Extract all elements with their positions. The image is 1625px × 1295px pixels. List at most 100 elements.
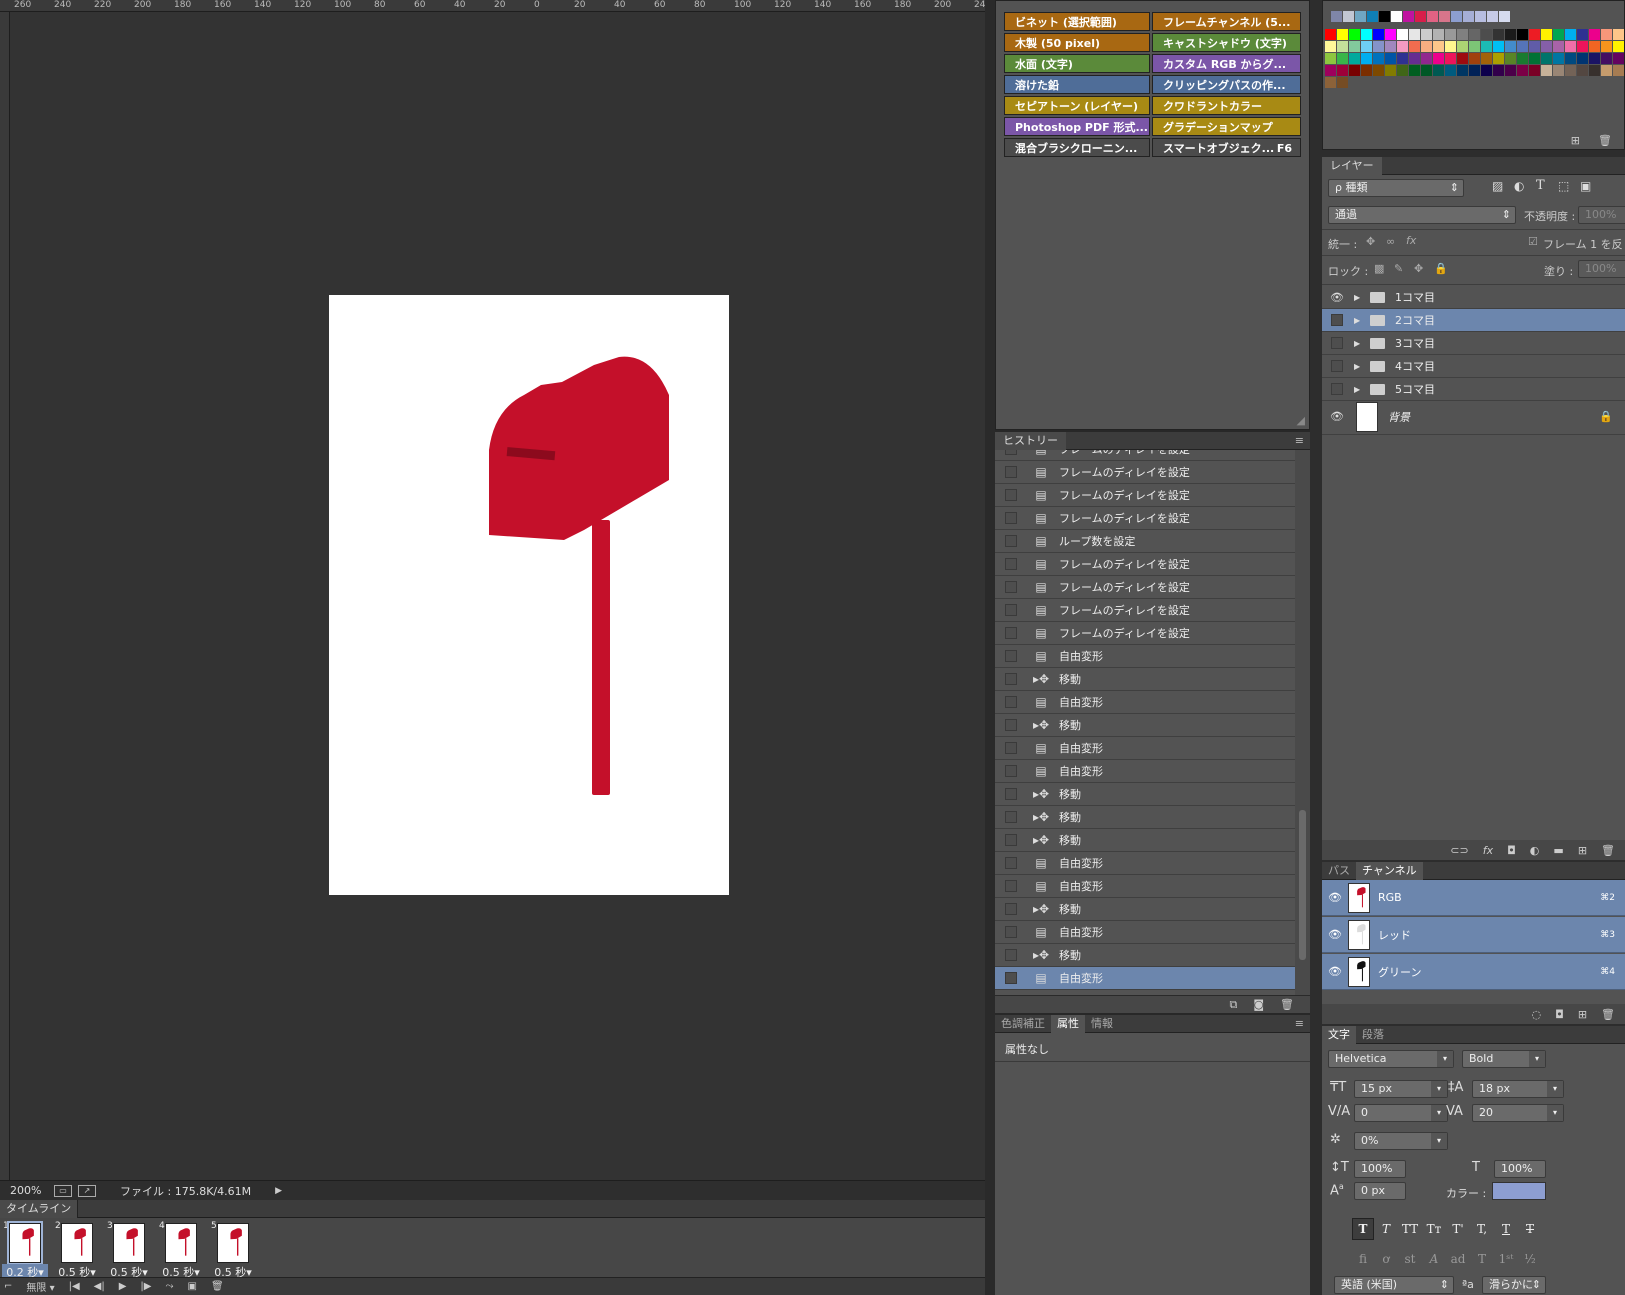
action-button[interactable]: 水面 (文字)	[1004, 54, 1150, 73]
action-button[interactable]: 木製 (50 pixel)	[1004, 33, 1150, 52]
ligature-button[interactable]: ﬁ	[1353, 1250, 1373, 1268]
timeline-frame[interactable]: 5 0.5 秒▾	[210, 1221, 256, 1279]
color-swatch[interactable]	[1475, 11, 1486, 22]
color-swatch[interactable]	[1517, 41, 1528, 52]
tracking-field[interactable]: 20 ▾	[1472, 1104, 1564, 1122]
history-brush-checkbox[interactable]	[1005, 857, 1017, 869]
faux-italic-button[interactable]: T	[1376, 1220, 1396, 1238]
convert-icon[interactable]: ⌐	[4, 1281, 12, 1292]
color-swatch[interactable]	[1589, 41, 1600, 52]
delete-frame-icon[interactable]: 🗑	[211, 1281, 224, 1292]
color-swatch[interactable]	[1565, 53, 1576, 64]
history-item[interactable]: ▸✥ 移動	[995, 668, 1295, 691]
small-caps-button[interactable]: Tт	[1424, 1220, 1444, 1238]
color-swatch[interactable]	[1397, 65, 1408, 76]
color-swatch[interactable]	[1457, 29, 1468, 40]
expand-arrow-icon[interactable]: ▶	[1354, 339, 1362, 348]
tab-paths[interactable]: パス	[1322, 862, 1356, 880]
color-swatch[interactable]	[1385, 53, 1396, 64]
expand-arrow-icon[interactable]: ▶	[1354, 362, 1362, 371]
layer-group-row[interactable]: ▶ 5コマ目	[1322, 378, 1625, 401]
history-brush-checkbox[interactable]	[1005, 512, 1017, 524]
history-item[interactable]: ▤ 自由変形	[995, 691, 1295, 714]
action-button[interactable]: フレームチャンネル (5...	[1152, 12, 1301, 31]
history-item[interactable]: ▤ 自由変形	[995, 760, 1295, 783]
history-brush-checkbox[interactable]	[1005, 450, 1017, 455]
history-brush-checkbox[interactable]	[1005, 627, 1017, 639]
history-item[interactable]: ▤ 自由変形	[995, 875, 1295, 898]
color-swatch[interactable]	[1373, 41, 1384, 52]
superscript-button[interactable]: T'	[1448, 1220, 1468, 1238]
color-swatch[interactable]	[1397, 29, 1408, 40]
color-swatch[interactable]	[1589, 53, 1600, 64]
layer-group-row[interactable]: ▶ 4コマ目	[1322, 355, 1625, 378]
color-swatch[interactable]	[1529, 29, 1540, 40]
action-button[interactable]: クワドラントカラー	[1152, 96, 1301, 115]
color-swatch[interactable]	[1565, 29, 1576, 40]
color-swatch[interactable]	[1325, 53, 1336, 64]
color-swatch[interactable]	[1577, 65, 1588, 76]
status-info-icon[interactable]: ▭	[54, 1184, 72, 1197]
history-brush-checkbox[interactable]	[1005, 466, 1017, 478]
loop-select[interactable]: 無限 ▾	[26, 1279, 54, 1294]
color-swatch[interactable]	[1541, 41, 1552, 52]
action-button[interactable]: セピアトーン (レイヤー)	[1004, 96, 1150, 115]
unify-visibility-icon[interactable]: ∞	[1386, 235, 1395, 248]
color-swatch[interactable]	[1385, 65, 1396, 76]
color-swatch[interactable]	[1541, 65, 1552, 76]
color-swatch[interactable]	[1541, 53, 1552, 64]
prev-frame-icon[interactable]: ◀|	[94, 1281, 105, 1292]
action-button[interactable]: クリッピングパスの作...	[1152, 75, 1301, 94]
history-brush-checkbox[interactable]	[1005, 949, 1017, 961]
tsume-field[interactable]: 0% ▾	[1354, 1132, 1448, 1150]
color-swatch[interactable]	[1553, 41, 1564, 52]
color-swatch[interactable]	[1601, 65, 1612, 76]
smart-filter-icon[interactable]: ▣	[1580, 179, 1591, 193]
duplicate-frame-icon[interactable]: ▣	[187, 1281, 196, 1292]
color-swatch[interactable]	[1421, 65, 1432, 76]
eye-icon[interactable]: 👁	[1330, 410, 1344, 423]
action-button[interactable]: カスタム RGB からグ...	[1152, 54, 1301, 73]
color-swatch[interactable]	[1373, 53, 1384, 64]
color-swatch[interactable]	[1445, 65, 1456, 76]
history-item[interactable]: ▸✥ 移動	[995, 714, 1295, 737]
history-brush-checkbox[interactable]	[1005, 604, 1017, 616]
history-brush-checkbox[interactable]	[1005, 558, 1017, 570]
history-brush-checkbox[interactable]	[1005, 696, 1017, 708]
action-button[interactable]: 混合ブラシクローニン...	[1004, 138, 1150, 157]
fraction-button[interactable]: ½	[1520, 1250, 1540, 1268]
color-swatch[interactable]	[1361, 65, 1372, 76]
stylistic-button[interactable]: A	[1424, 1250, 1444, 1268]
image-filter-icon[interactable]: ▨	[1492, 179, 1503, 193]
color-swatch[interactable]	[1565, 41, 1576, 52]
color-swatch[interactable]	[1451, 11, 1462, 22]
history-brush-checkbox[interactable]	[1005, 535, 1017, 547]
next-frame-icon[interactable]: |▶	[140, 1281, 151, 1292]
color-swatch[interactable]	[1457, 65, 1468, 76]
color-swatch[interactable]	[1529, 41, 1540, 52]
tab-adjustments[interactable]: 色調補正	[995, 1015, 1051, 1033]
action-button[interactable]: 溶けた鉛	[1004, 75, 1150, 94]
color-swatch[interactable]	[1517, 65, 1528, 76]
color-swatch[interactable]	[1349, 53, 1360, 64]
color-swatch[interactable]	[1349, 65, 1360, 76]
document-canvas[interactable]	[329, 295, 729, 895]
blend-mode-select[interactable]: 通過 ⇕	[1328, 206, 1516, 224]
tab-timeline[interactable]: タイムライン	[0, 1199, 79, 1218]
color-swatch[interactable]	[1487, 11, 1498, 22]
history-brush-checkbox[interactable]	[1005, 765, 1017, 777]
color-swatch[interactable]	[1577, 53, 1588, 64]
panel-menu-icon[interactable]: ≡	[1295, 434, 1304, 447]
color-swatch[interactable]	[1385, 29, 1396, 40]
unify-position-icon[interactable]: ✥	[1366, 235, 1375, 248]
history-brush-checkbox[interactable]	[1005, 903, 1017, 915]
color-swatch[interactable]	[1613, 53, 1624, 64]
history-item[interactable]: ▸✥ 移動	[995, 783, 1295, 806]
ordinal-button[interactable]: 1ˢᵗ	[1496, 1250, 1516, 1268]
history-brush-checkbox[interactable]	[1005, 673, 1017, 685]
color-swatch[interactable]	[1337, 53, 1348, 64]
history-brush-checkbox[interactable]	[1005, 972, 1017, 984]
history-scrollbar[interactable]	[1295, 450, 1310, 995]
lock-move-icon[interactable]: ✥	[1414, 262, 1423, 275]
color-swatch[interactable]	[1493, 53, 1504, 64]
